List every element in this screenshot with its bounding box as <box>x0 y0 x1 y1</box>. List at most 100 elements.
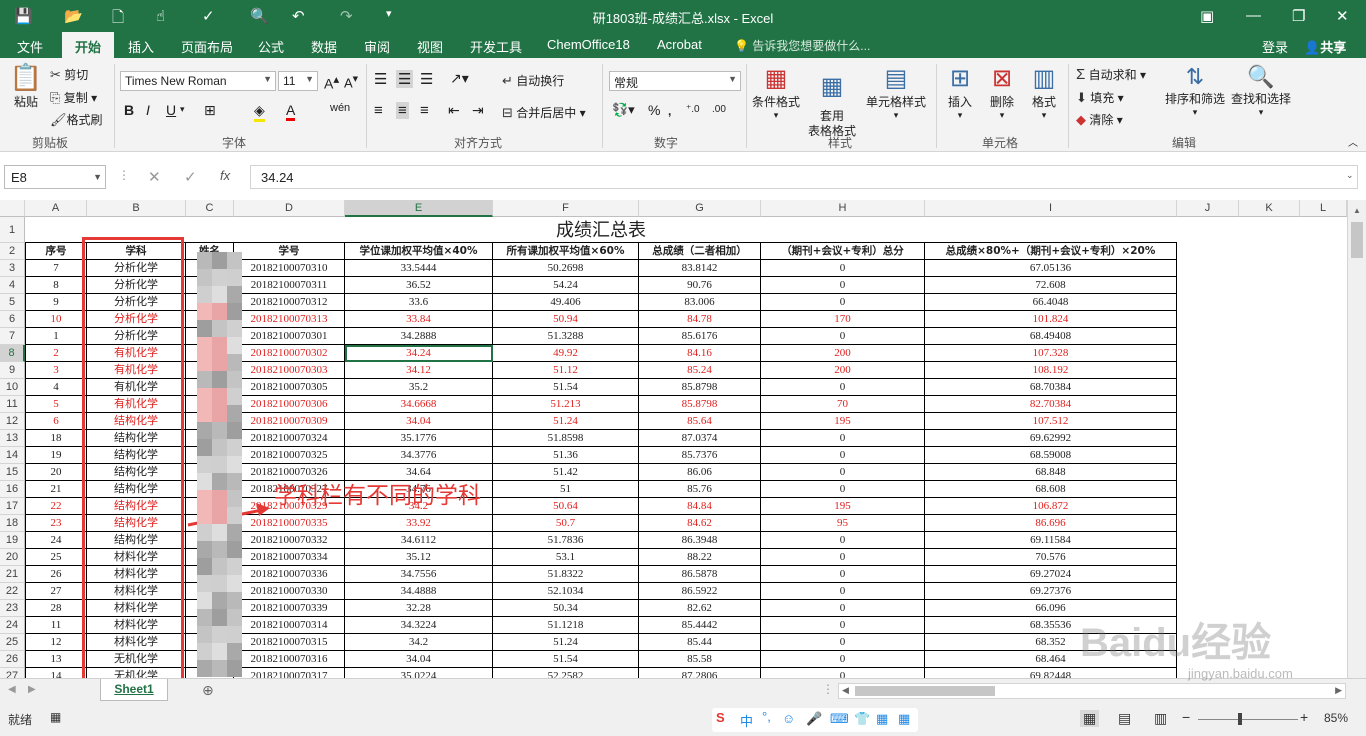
align-middle-icon[interactable]: ☰ <box>396 70 414 88</box>
table-cell[interactable]: 20182100070339 <box>234 600 345 617</box>
table-cell[interactable]: 21 <box>25 481 87 498</box>
table-cell[interactable]: 25 <box>25 549 87 566</box>
align-center-icon[interactable]: ≡ <box>396 102 409 119</box>
table-cell[interactable]: 54.24 <box>493 277 639 294</box>
table-cell[interactable]: 88.22 <box>639 549 761 566</box>
tab-chemoffice[interactable]: ChemOffice18 <box>547 37 630 52</box>
table-cell[interactable]: 35.12 <box>345 549 493 566</box>
table-cell[interactable]: 82.70384 <box>925 396 1177 413</box>
align-top-icon[interactable]: ☰ <box>374 70 387 88</box>
font-shrink-icon[interactable]: A▾ <box>344 72 358 90</box>
table-cell[interactable]: 53.1 <box>493 549 639 566</box>
table-cell[interactable]: 52.1034 <box>493 583 639 600</box>
tab-review[interactable]: 审阅 <box>364 37 390 56</box>
punctuation-icon[interactable]: °, <box>762 709 771 724</box>
table-cell[interactable]: 51.7836 <box>493 532 639 549</box>
table-cell[interactable]: 0 <box>761 651 925 668</box>
table-cell[interactable]: 66.4048 <box>925 294 1177 311</box>
table-cell[interactable]: 34.4888 <box>345 583 493 600</box>
select-all-corner[interactable] <box>0 200 25 217</box>
table-cell[interactable]: 170 <box>761 311 925 328</box>
ribbon-display-icon[interactable]: ▣ <box>1200 7 1214 25</box>
row-header[interactable]: 6 <box>0 311 25 328</box>
drag-handle-icon[interactable]: ⋮ <box>118 168 130 182</box>
table-cell[interactable]: 51 <box>493 481 639 498</box>
table-cell[interactable]: 0 <box>761 583 925 600</box>
table-cell[interactable]: 20182100070301 <box>234 328 345 345</box>
table-cell[interactable]: 34.6668 <box>345 396 493 413</box>
table-cell[interactable]: 27 <box>25 583 87 600</box>
share-button[interactable]: 👤共享 <box>1304 37 1346 56</box>
table-cell[interactable]: 3 <box>25 362 87 379</box>
table-cell[interactable]: 0 <box>761 294 925 311</box>
table-cell[interactable]: 33.5444 <box>345 260 493 277</box>
table-cell[interactable]: 1 <box>25 328 87 345</box>
increase-decimal-icon[interactable]: ⁺.0 <box>686 104 700 115</box>
decrease-indent-icon[interactable]: ⇤ <box>448 102 460 119</box>
row-header[interactable]: 19 <box>0 532 25 549</box>
row-header[interactable]: 2 <box>0 243 25 260</box>
row-header[interactable]: 17 <box>0 498 25 515</box>
table-header-cell[interactable]: 学位课加权平均值×40% <box>345 243 493 260</box>
row-header[interactable]: 21 <box>0 566 25 583</box>
vertical-scrollbar[interactable]: ▲ <box>1347 200 1366 678</box>
tab-splitter-icon[interactable]: ⋮ <box>822 682 834 696</box>
font-size-select[interactable]: 11 ▼ <box>278 71 318 91</box>
table-cell[interactable]: 108.192 <box>925 362 1177 379</box>
copy-button[interactable]: ⎘ 复制 ▾ <box>50 89 97 106</box>
table-cell[interactable]: 20182100070335 <box>234 515 345 532</box>
table-cell[interactable]: 33.84 <box>345 311 493 328</box>
table-cell[interactable]: 69.82448 <box>925 668 1177 678</box>
delete-cells-button[interactable]: ⊠ 删除 ▾ <box>984 64 1020 121</box>
table-cell[interactable]: 106.872 <box>925 498 1177 515</box>
table-cell[interactable]: 20182100070302 <box>234 345 345 362</box>
table-cell[interactable]: 50.94 <box>493 311 639 328</box>
table-cell[interactable]: 20182100070306 <box>234 396 345 413</box>
zoom-slider-thumb[interactable] <box>1238 713 1242 725</box>
table-cell[interactable]: 69.62992 <box>925 430 1177 447</box>
align-bottom-icon[interactable]: ☰ <box>420 70 433 88</box>
table-cell[interactable]: 49.92 <box>493 345 639 362</box>
table-cell[interactable]: 85.7376 <box>639 447 761 464</box>
table-cell[interactable]: 85.8798 <box>639 396 761 413</box>
table-cell[interactable]: 51.213 <box>493 396 639 413</box>
table-cell[interactable]: 20182100070316 <box>234 651 345 668</box>
table-cell[interactable]: 85.58 <box>639 651 761 668</box>
row-header[interactable]: 15 <box>0 464 25 481</box>
ime-mode-icon[interactable]: 中 <box>740 711 753 730</box>
table-header-cell[interactable]: （期刊+会议+专利）总分 <box>761 243 925 260</box>
table-cell[interactable]: 50.64 <box>493 498 639 515</box>
cancel-icon[interactable]: ✕ <box>148 168 161 186</box>
table-cell[interactable]: 68.59008 <box>925 447 1177 464</box>
tab-developer[interactable]: 开发工具 <box>470 37 522 56</box>
table-cell[interactable]: 20182100070309 <box>234 413 345 430</box>
scroll-thumb[interactable] <box>1351 222 1363 258</box>
table-cell[interactable]: 20182100070330 <box>234 583 345 600</box>
table-cell[interactable]: 20182100070317 <box>234 668 345 678</box>
table-cell[interactable]: 90.76 <box>639 277 761 294</box>
table-cell[interactable]: 85.76 <box>639 481 761 498</box>
align-right-icon[interactable]: ≡ <box>420 102 429 119</box>
table-cell[interactable]: 95 <box>761 515 925 532</box>
table-cell[interactable]: 84.62 <box>639 515 761 532</box>
row-header[interactable]: 8 <box>0 345 25 362</box>
horizontal-scrollbar[interactable]: ◀ ▶ <box>838 683 1346 699</box>
table-cell[interactable]: 33.92 <box>345 515 493 532</box>
table-cell[interactable]: 68.49408 <box>925 328 1177 345</box>
fill-button[interactable]: ⬇ 填充 ▾ <box>1076 89 1124 106</box>
tab-data[interactable]: 数据 <box>311 37 337 56</box>
zoom-level[interactable]: 85% <box>1324 711 1348 725</box>
table-cell[interactable]: 51.24 <box>493 634 639 651</box>
sheet-tab-sheet1[interactable]: Sheet1 <box>100 679 168 701</box>
row-header[interactable]: 13 <box>0 430 25 447</box>
table-cell[interactable]: 50.2698 <box>493 260 639 277</box>
macro-record-icon[interactable]: ▦ <box>50 710 61 724</box>
page-break-view-icon[interactable]: ▥ <box>1154 710 1167 727</box>
table-cell[interactable]: 84.84 <box>639 498 761 515</box>
table-cell[interactable]: 33.6 <box>345 294 493 311</box>
table-cell[interactable]: 20182100070312 <box>234 294 345 311</box>
table-cell[interactable]: 34.04 <box>345 413 493 430</box>
number-format-select[interactable]: 常规 ▼ <box>609 71 741 91</box>
table-cell[interactable]: 51.1218 <box>493 617 639 634</box>
table-cell[interactable]: 68.70384 <box>925 379 1177 396</box>
